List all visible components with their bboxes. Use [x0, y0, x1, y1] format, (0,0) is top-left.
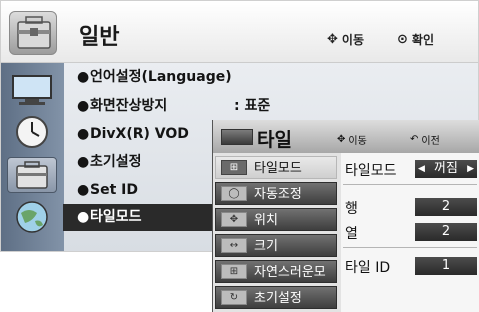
- auto-icon: ◯: [221, 186, 247, 201]
- move-arrows-icon: ✥: [327, 32, 338, 47]
- column-value-field[interactable]: 2: [415, 223, 477, 241]
- menu-item-label: DivX(R) VOD: [90, 126, 189, 142]
- toolbox-icon[interactable]: [7, 157, 57, 193]
- ok-button-icon: ⊙: [397, 32, 408, 47]
- move-hint-label: 이동: [341, 33, 364, 47]
- row-label: 행: [345, 201, 358, 217]
- popup-title: 타일: [257, 129, 292, 151]
- tile-mode-label: 타일모드: [345, 163, 397, 179]
- menu-item-screen-saver[interactable]: ● 화면잔상방지 : 표준: [63, 93, 477, 120]
- menu-item-label: 타일모드: [90, 209, 142, 225]
- bullet: ●: [77, 126, 90, 142]
- grid-icon: ⊞: [221, 160, 247, 175]
- divider: [343, 184, 477, 185]
- submenu-item-label: 위치: [254, 213, 278, 228]
- tile-popup: 타일 ✥ 이동 ↶ 이전 ⊞ 타일모드 ◯ 자동조정 ✥ 위치 ↔ 크기 ⊞ 자…: [212, 120, 479, 312]
- submenu-item-label: 자동조정: [254, 187, 302, 202]
- tile-settings-panel: 타일모드 ◀ 꺼짐 ▶ 행 2 열 2 타일 ID 1: [341, 153, 479, 312]
- right-arrow-icon[interactable]: ▶: [467, 160, 474, 178]
- monitor-icon[interactable]: [7, 72, 57, 108]
- menu-item-label: 초기설정: [90, 154, 142, 170]
- bullet: ●: [77, 154, 90, 170]
- move-arrows-icon: ✥: [337, 134, 346, 145]
- ok-hint: ⊙ 확인: [397, 31, 434, 48]
- menu-header: 일반 ✥ 이동 ⊙ 확인: [1, 1, 478, 63]
- submenu-item-auto-config[interactable]: ◯ 자동조정: [215, 182, 337, 205]
- submenu-item-size[interactable]: ↔ 크기: [215, 234, 337, 257]
- size-icon: ↔: [221, 238, 247, 253]
- tile-icon: [221, 129, 253, 145]
- popup-header: 타일 ✥ 이동 ↶ 이전: [213, 120, 479, 153]
- submenu-item-label: 타일모드: [254, 161, 302, 176]
- popup-move-label: 이동: [348, 136, 367, 147]
- submenu-item-natural-mode[interactable]: ⊞ 자연스러운모드: [215, 260, 337, 303]
- page-title: 일반: [79, 25, 120, 50]
- bullet: ●: [77, 69, 90, 85]
- bullet: ●: [77, 98, 90, 114]
- tile-id-label: 타일 ID: [345, 260, 391, 276]
- clock-icon[interactable]: [7, 114, 57, 150]
- grid-icon: ⊞: [221, 264, 247, 279]
- column-label: 열: [345, 226, 358, 242]
- toolbox-icon: [9, 11, 57, 55]
- menu-item-language[interactable]: ● 언어설정(Language): [63, 64, 477, 91]
- menu-item-value: : 표준: [234, 98, 271, 114]
- popup-move-hint: ✥ 이동: [337, 132, 367, 147]
- tile-id-value-field[interactable]: 1: [415, 257, 477, 275]
- move-hint: ✥ 이동: [327, 31, 364, 48]
- menu-item-label: Set ID: [90, 182, 138, 198]
- tile-submenu-list: ⊞ 타일모드 ◯ 자동조정 ✥ 위치 ↔ 크기 ⊞ 자연스러운모드 ↻ 초기설정: [213, 153, 341, 312]
- position-icon: ✥: [221, 212, 247, 227]
- menu-item-label: 언어설정(Language): [90, 69, 232, 85]
- menu-item-label: 화면잔상방지: [90, 98, 168, 114]
- back-arrow-icon: ↶: [410, 134, 419, 145]
- submenu-item-label: 초기설정: [254, 291, 302, 306]
- bullet: ●: [77, 209, 90, 225]
- popup-back-hint: ↶ 이전: [410, 132, 440, 147]
- reset-icon: ↻: [221, 290, 247, 305]
- row-value-field[interactable]: 2: [415, 198, 477, 216]
- submenu-item-position[interactable]: ✥ 위치: [215, 208, 337, 231]
- submenu-item-reset[interactable]: ↻ 초기설정: [215, 286, 337, 309]
- left-arrow-icon[interactable]: ◀: [418, 160, 425, 178]
- popup-back-label: 이전: [421, 136, 440, 147]
- globe-icon[interactable]: [7, 199, 57, 235]
- submenu-item-tile-mode[interactable]: ⊞ 타일모드: [215, 156, 337, 179]
- ok-hint-label: 확인: [411, 33, 434, 47]
- tile-mode-select[interactable]: ◀ 꺼짐 ▶: [415, 160, 477, 178]
- divider: [343, 247, 477, 248]
- bullet: ●: [77, 182, 90, 198]
- submenu-item-label: 크기: [254, 239, 278, 254]
- tile-mode-value: 꺼짐: [434, 161, 458, 176]
